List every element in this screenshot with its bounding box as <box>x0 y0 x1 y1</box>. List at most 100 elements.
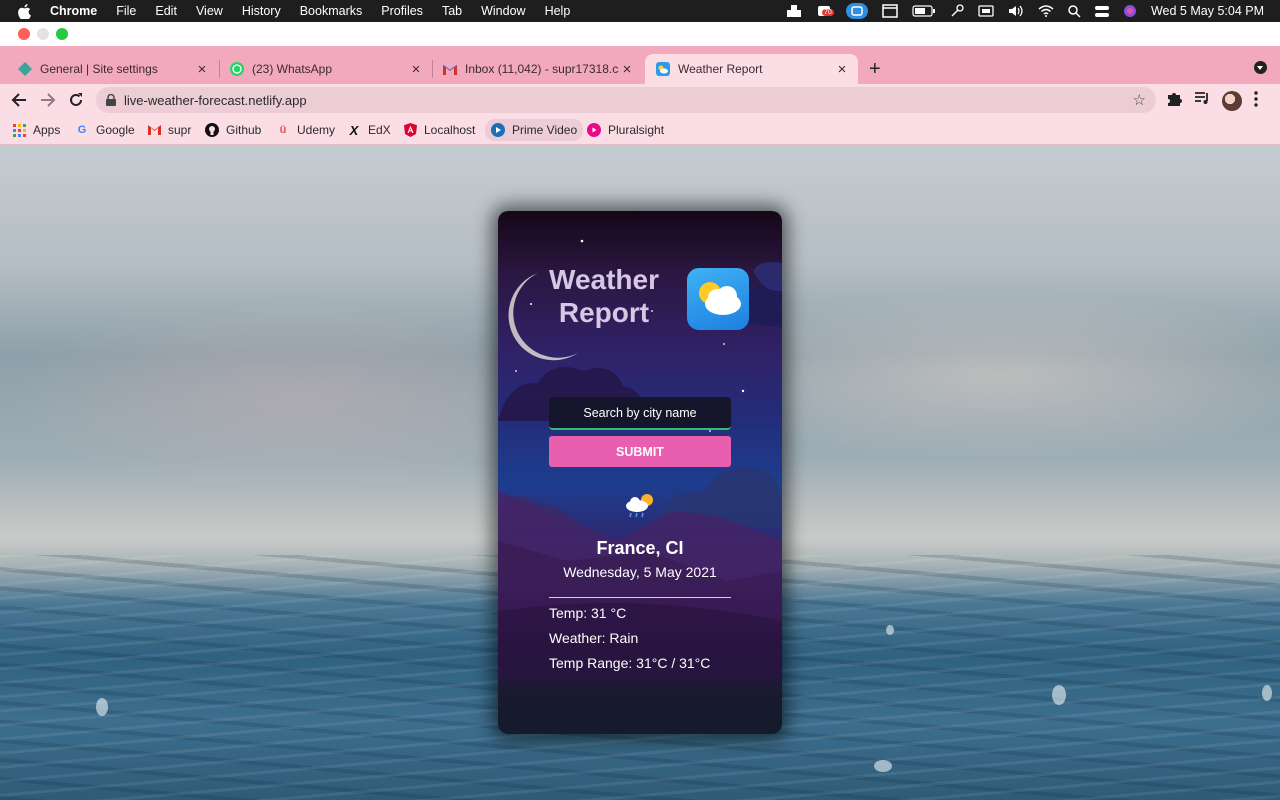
reading-list-icon[interactable] <box>1194 91 1210 105</box>
temp-range-text: Temp Range: 31°C / 31°C <box>549 655 711 671</box>
tab-whatsapp[interactable]: (23) WhatsApp × <box>212 54 432 84</box>
water-splash <box>886 625 894 635</box>
notification-badge: 70 <box>821 9 834 16</box>
bookmarks-bar: Apps G Google supr Github ü Udemy X EdX … <box>0 116 1280 145</box>
menu-items: Chrome File Edit View History Bookmarks … <box>50 4 589 18</box>
apple-icon[interactable] <box>18 3 34 19</box>
control-center-icon[interactable] <box>1094 5 1109 18</box>
zoom-window-button[interactable] <box>56 28 68 40</box>
close-tab-icon[interactable]: × <box>834 61 850 78</box>
close-tab-icon[interactable]: × <box>194 61 210 78</box>
city-search-input[interactable] <box>549 397 731 430</box>
menu-app-name[interactable]: Chrome <box>50 4 97 18</box>
tab-site-settings[interactable]: General | Site settings × <box>0 54 218 84</box>
weather-favicon-icon <box>656 62 670 76</box>
edx-icon: X <box>349 122 359 138</box>
menu-window[interactable]: Window <box>481 4 525 18</box>
volume-icon[interactable] <box>1008 5 1024 17</box>
wifi-icon[interactable] <box>1038 5 1054 17</box>
tab-search-icon[interactable] <box>1254 61 1267 74</box>
battery-icon[interactable] <box>912 5 936 17</box>
bookmark-pluralsight[interactable]: Pluralsight <box>587 121 664 139</box>
page-background: Weather Report SUBMIT France, CI <box>0 145 1280 800</box>
weather-condition-text: Weather: Rain <box>549 630 639 646</box>
cloud-app-icon[interactable] <box>845 3 868 19</box>
app-title: Weather Report <box>538 263 670 329</box>
more-menu-icon[interactable] <box>1254 91 1258 107</box>
pluralsight-icon <box>587 123 601 137</box>
tab-title: General | Site settings <box>40 62 158 76</box>
angular-icon <box>403 123 417 137</box>
menu-file[interactable]: File <box>116 4 136 18</box>
url-text[interactable]: live-weather-forecast.netlify.app <box>124 93 307 108</box>
reload-icon[interactable] <box>66 90 86 110</box>
key-icon[interactable] <box>950 4 964 18</box>
bookmark-apps[interactable]: Apps <box>12 121 60 139</box>
submit-button[interactable]: SUBMIT <box>549 436 731 467</box>
menu-profiles[interactable]: Profiles <box>381 4 423 18</box>
menubar-clock[interactable]: Wed 5 May 5:04 PM <box>1151 4 1264 18</box>
water-splash <box>1262 685 1272 701</box>
extensions-puzzle-icon[interactable] <box>1166 91 1182 107</box>
tab-strip: General | Site settings × (23) WhatsApp … <box>0 46 1280 84</box>
menu-history[interactable]: History <box>242 4 281 18</box>
menu-help[interactable]: Help <box>545 4 571 18</box>
inbox-tray-icon[interactable] <box>786 4 802 18</box>
siri-icon[interactable] <box>1123 4 1137 18</box>
weather-card: Weather Report SUBMIT France, CI <box>498 211 782 734</box>
bookmark-label: EdX <box>368 123 391 137</box>
close-tab-icon[interactable]: × <box>619 61 635 78</box>
menu-bookmarks[interactable]: Bookmarks <box>300 4 363 18</box>
tab-title: Weather Report <box>678 62 763 76</box>
window-titlebar <box>0 22 1280 46</box>
current-date: Wednesday, 5 May 2021 <box>563 564 717 580</box>
bookmark-localhost[interactable]: Localhost <box>403 121 475 139</box>
prime-video-icon <box>491 123 505 137</box>
status-area: 70 Wed 5 May 5:04 PM <box>772 0 1264 22</box>
temperature-text: Temp: 31 °C <box>549 605 627 621</box>
tab-gmail[interactable]: Inbox (11,042) - supr17318.cs × <box>425 54 643 84</box>
github-icon <box>205 123 219 137</box>
bookmark-label: Pluralsight <box>608 123 665 137</box>
bookmark-star-icon[interactable]: ☆ <box>1133 91 1146 109</box>
menu-edit[interactable]: Edit <box>155 4 177 18</box>
water-splash <box>1052 685 1066 705</box>
water-splash <box>96 698 108 716</box>
weather-app-icon <box>687 268 749 330</box>
new-tab-icon[interactable]: + <box>869 58 881 81</box>
bookmark-github[interactable]: Github <box>205 121 261 139</box>
tab-title: (23) WhatsApp <box>252 62 333 76</box>
window-icon[interactable] <box>882 4 898 18</box>
city-name: France, CI <box>596 538 684 558</box>
google-icon: G <box>77 124 87 136</box>
close-tab-icon[interactable]: × <box>408 61 424 78</box>
menubar: Chrome File Edit View History Bookmarks … <box>0 0 1280 22</box>
lock-icon[interactable] <box>106 94 116 106</box>
app-title-line1: Weather <box>549 264 659 295</box>
minimize-window-button[interactable] <box>37 28 49 40</box>
rain-cloud-icon <box>623 491 657 519</box>
notification-icon[interactable]: 70 <box>816 4 834 18</box>
close-window-button[interactable] <box>18 28 30 40</box>
bookmark-label: Udemy <box>297 123 336 137</box>
display-icon[interactable] <box>978 5 994 17</box>
bookmark-supr[interactable]: supr <box>147 121 191 139</box>
bookmark-label: supr <box>168 123 192 137</box>
search-icon[interactable] <box>1068 4 1081 18</box>
water-splash <box>874 760 892 772</box>
tab-weather-report[interactable]: Weather Report × <box>645 54 858 84</box>
bookmark-label: Apps <box>33 123 61 137</box>
back-arrow-icon[interactable] <box>9 90 29 110</box>
bookmark-google[interactable]: G Google <box>75 121 135 139</box>
udemy-icon: ü <box>279 124 287 136</box>
bookmark-prime-video[interactable]: Prime Video <box>485 119 584 141</box>
profile-avatar[interactable] <box>1222 91 1242 111</box>
gmail-icon <box>443 62 457 76</box>
menu-view[interactable]: View <box>196 4 223 18</box>
forward-arrow-icon[interactable] <box>38 90 58 110</box>
bookmark-edx[interactable]: X EdX <box>347 121 391 139</box>
tab-title: Inbox (11,042) - supr17318.cs <box>465 62 619 76</box>
bookmark-udemy[interactable]: ü Udemy <box>276 121 335 139</box>
menu-tab[interactable]: Tab <box>442 4 462 18</box>
address-bar[interactable]: live-weather-forecast.netlify.app ☆ <box>96 87 1156 113</box>
